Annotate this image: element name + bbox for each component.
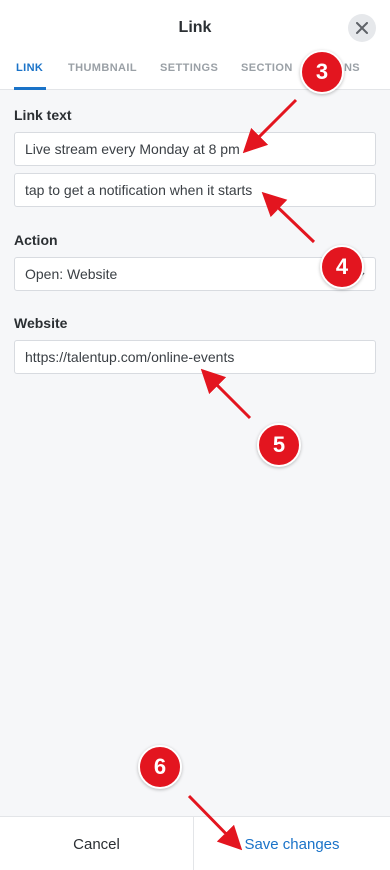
active-tab-indicator [14, 87, 46, 90]
save-changes-button[interactable]: Save changes [194, 817, 390, 870]
link-text-line2-input[interactable]: tap to get a notification when it starts [14, 173, 376, 207]
tab-settings[interactable]: SETTINGS [160, 62, 218, 74]
action-select-value: Open: Website [25, 266, 118, 282]
tab-link[interactable]: LINK [16, 62, 43, 74]
dialog-header: Link [0, 0, 390, 56]
tab-section[interactable]: SECTION [241, 62, 293, 74]
link-text-label: Link text [14, 107, 72, 123]
cancel-button[interactable]: Cancel [0, 817, 194, 870]
close-icon [356, 22, 368, 34]
action-label: Action [14, 232, 58, 248]
step-badge-4: 4 [320, 245, 364, 289]
tab-thumbnail[interactable]: THUMBNAIL [68, 62, 137, 74]
step-badge-3: 3 [300, 50, 344, 94]
annotation-arrows [187, 98, 316, 851]
close-button[interactable] [348, 14, 376, 42]
website-label: Website [14, 315, 68, 331]
dialog-footer: Cancel Save changes [0, 816, 390, 870]
step-badge-5: 5 [257, 423, 301, 467]
website-url-input[interactable]: https://talentup.com/online-events [14, 340, 376, 374]
step-badge-6: 6 [138, 745, 182, 789]
link-text-line1-input[interactable]: Live stream every Monday at 8 pm [14, 132, 376, 166]
arrow-step-5 [200, 368, 252, 420]
dialog-title: Link [178, 19, 212, 36]
